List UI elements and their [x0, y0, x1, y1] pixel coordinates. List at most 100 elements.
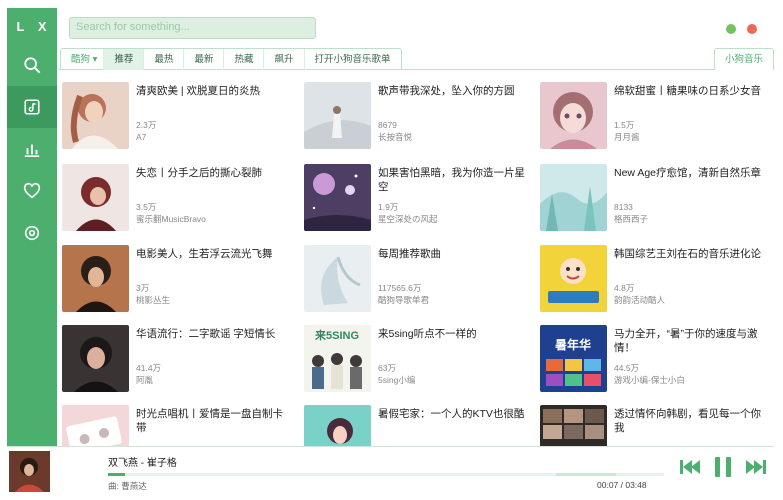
playlist-title[interactable]: 马力全开，“暑”于你的速度与激情！: [614, 327, 765, 355]
progress-bar[interactable]: [108, 473, 664, 476]
play-count: 3.5万: [136, 202, 157, 212]
sidebar-item-search[interactable]: [7, 44, 57, 86]
sidebar-item-favorites[interactable]: [7, 170, 57, 212]
playlist-card[interactable]: 韩国综艺王刘在石的音乐进化论 4.8万 韵韵活动酷人: [540, 245, 765, 321]
tab-newest[interactable]: 最新: [184, 49, 225, 70]
play-count: 3万: [136, 283, 150, 293]
playlist-card[interactable]: 绵软甜蜜丨糖果味の日系少女音 1.5万 月月酱: [540, 82, 765, 158]
tab-open-playlist[interactable]: 打开小狗音乐歌单: [305, 49, 401, 70]
tab-source-kugou[interactable]: 小狗音乐: [713, 48, 774, 70]
playlist-author: 月月酱: [614, 132, 640, 142]
playlist-card[interactable]: 如果害怕黑暗，我为你造一片星空 1.9万 星空深处の风起: [304, 164, 529, 240]
progress-buffer: [556, 473, 616, 476]
play-count: 8133: [614, 202, 633, 212]
chart-bar-icon: [24, 144, 40, 158]
playlist-title[interactable]: 失恋丨分手之后的撕心裂肺: [136, 166, 287, 194]
playlist-author: A7: [136, 132, 147, 142]
playlist-title[interactable]: 每周推荐歌曲: [378, 247, 529, 275]
tab-group: 酷狗 ▾ 推荐 最热 最新 热藏 飙升 打开小狗音乐歌单: [60, 48, 402, 70]
source-select[interactable]: 酷狗 ▾: [61, 49, 105, 70]
now-playing-title: 双飞燕 - 崔子格: [108, 458, 177, 469]
tab-bar: 酷狗 ▾ 推荐 最热 最新 热藏 飙升 打开小狗音乐歌单 小狗音乐: [58, 48, 774, 70]
pause-icon[interactable]: [714, 457, 732, 477]
play-count: 44.5万: [614, 363, 640, 373]
close-button[interactable]: [747, 24, 757, 34]
sidebar-item-settings[interactable]: [7, 212, 57, 254]
play-count: 1.9万: [378, 202, 399, 212]
play-count: 117565.6万: [378, 283, 422, 293]
heart-icon: [23, 182, 41, 199]
playlist-author: 星空深处の风起: [378, 214, 438, 224]
playlist-title[interactable]: 绵软甜蜜丨糖果味の日系少女音: [614, 84, 765, 112]
sidebar-item-leaderboard[interactable]: [7, 128, 57, 170]
play-count: 63万: [378, 363, 396, 373]
playlist-cover[interactable]: [304, 245, 371, 312]
playlist-cover[interactable]: [62, 325, 129, 392]
playlist-card[interactable]: 暑假宅家：一个人的KTV也很酷: [304, 405, 529, 446]
app-logo: L X: [16, 18, 52, 34]
playlist-title[interactable]: 清爽欧美 | 欢脱夏日的炎热: [136, 84, 287, 112]
playlist-cover[interactable]: [540, 405, 607, 446]
playlist-cover[interactable]: [540, 245, 607, 312]
tab-hot-collect[interactable]: 热藏: [224, 49, 265, 70]
music-list-icon: [24, 99, 40, 115]
playlist-author: 5sing小编: [378, 375, 416, 385]
play-count: 4.8万: [614, 283, 635, 293]
playlist-card[interactable]: 华语流行：二字歌谣 字短情长 41.4万 阿胤: [62, 325, 287, 401]
playlist-card[interactable]: 来5SING 来5sing听点不一样的 63万 5sing小编: [304, 325, 529, 401]
playlist-title[interactable]: 暑假宅家：一个人的KTV也很酷: [378, 407, 529, 435]
tab-recommend[interactable]: 推荐: [104, 49, 145, 70]
playlist-title[interactable]: 时光点唱机丨爱情是一盘自制卡带: [136, 407, 287, 435]
playlist-card[interactable]: 歌声带我深处，坠入你的方圆 8679 长按音悦: [304, 82, 529, 158]
playlist-cover[interactable]: [62, 405, 129, 446]
playlist-author: 格西西子: [614, 214, 649, 224]
playlist-card[interactable]: 清爽欧美 | 欢脱夏日的炎热 2.3万 A7: [62, 82, 287, 158]
playlist-cover[interactable]: 来5SING: [304, 325, 371, 392]
playlist-card[interactable]: 每周推荐歌曲 117565.6万 酷狗导歌单君: [304, 245, 529, 321]
sidebar-item-playlists[interactable]: [7, 86, 57, 128]
now-playing-artist: 曲: 曹燕达: [108, 481, 147, 491]
now-playing-cover[interactable]: [9, 451, 50, 492]
playlist-cover[interactable]: [62, 164, 129, 231]
playlist-author: 游戏小编-保士小白: [614, 375, 685, 385]
playlist-cover[interactable]: [540, 164, 607, 231]
play-count: 2.3万: [136, 120, 157, 130]
playlist-title[interactable]: 如果害怕黑暗，我为你造一片星空: [378, 166, 529, 194]
playlist-cover[interactable]: [304, 82, 371, 149]
playlist-title[interactable]: 电影美人，生若浮云流光飞舞: [136, 247, 287, 275]
tab-rising[interactable]: 飙升: [264, 49, 305, 70]
playlist-cover[interactable]: [540, 82, 607, 149]
playlist-title[interactable]: 韩国综艺王刘在石的音乐进化论: [614, 247, 765, 275]
playlist-title[interactable]: 歌声带我深处，坠入你的方圆: [378, 84, 529, 112]
playlist-author: 酷狗导歌单君: [378, 295, 430, 305]
playlist-card[interactable]: 暑年华 马力全开，“暑”于你的速度与激情！ 44.5万 游戏小编-保士小白: [540, 325, 765, 401]
search-input[interactable]: [76, 21, 309, 33]
previous-icon[interactable]: [680, 459, 702, 475]
cover-text: 来5SING: [314, 328, 359, 342]
playlist-author: 桃影丛生: [136, 295, 171, 305]
playlist-card[interactable]: 失恋丨分手之后的撕心裂肺 3.5万 蜜乐翻MusicBravo: [62, 164, 287, 240]
playlist-card[interactable]: New Age疗愈馆，清新自然乐章 8133 格西西子: [540, 164, 765, 240]
gear-icon: [24, 225, 40, 241]
playback-controls: [680, 457, 766, 477]
playlist-card[interactable]: 时光点唱机丨爱情是一盘自制卡带: [62, 405, 287, 446]
playlist-cover[interactable]: 暑年华: [540, 325, 607, 392]
search-icon: [24, 57, 41, 74]
player-bar: 双飞燕 - 崔子格 曲: 曹燕达 00:07 / 03:48: [7, 446, 774, 492]
search-box[interactable]: [69, 17, 316, 39]
playlist-title[interactable]: 来5sing听点不一样的: [378, 327, 529, 355]
playlist-author: 阿胤: [136, 375, 154, 385]
playlist-cover[interactable]: [304, 405, 371, 446]
next-icon[interactable]: [744, 459, 766, 475]
playlist-cover[interactable]: [62, 245, 129, 312]
sidebar: L X: [7, 8, 57, 446]
playlist-cover[interactable]: [62, 82, 129, 149]
playlist-title[interactable]: 华语流行：二字歌谣 字短情长: [136, 327, 287, 355]
playlist-card[interactable]: 透过情怀向韩剧，看见每一个你我: [540, 405, 765, 446]
minimize-button[interactable]: [726, 24, 736, 34]
playlist-title[interactable]: 透过情怀向韩剧，看见每一个你我: [614, 407, 765, 435]
playlist-title[interactable]: New Age疗愈馆，清新自然乐章: [614, 166, 765, 194]
tab-hottest[interactable]: 最热: [144, 49, 185, 70]
playlist-cover[interactable]: [304, 164, 371, 231]
playlist-card[interactable]: 电影美人，生若浮云流光飞舞 3万 桃影丛生: [62, 245, 287, 321]
